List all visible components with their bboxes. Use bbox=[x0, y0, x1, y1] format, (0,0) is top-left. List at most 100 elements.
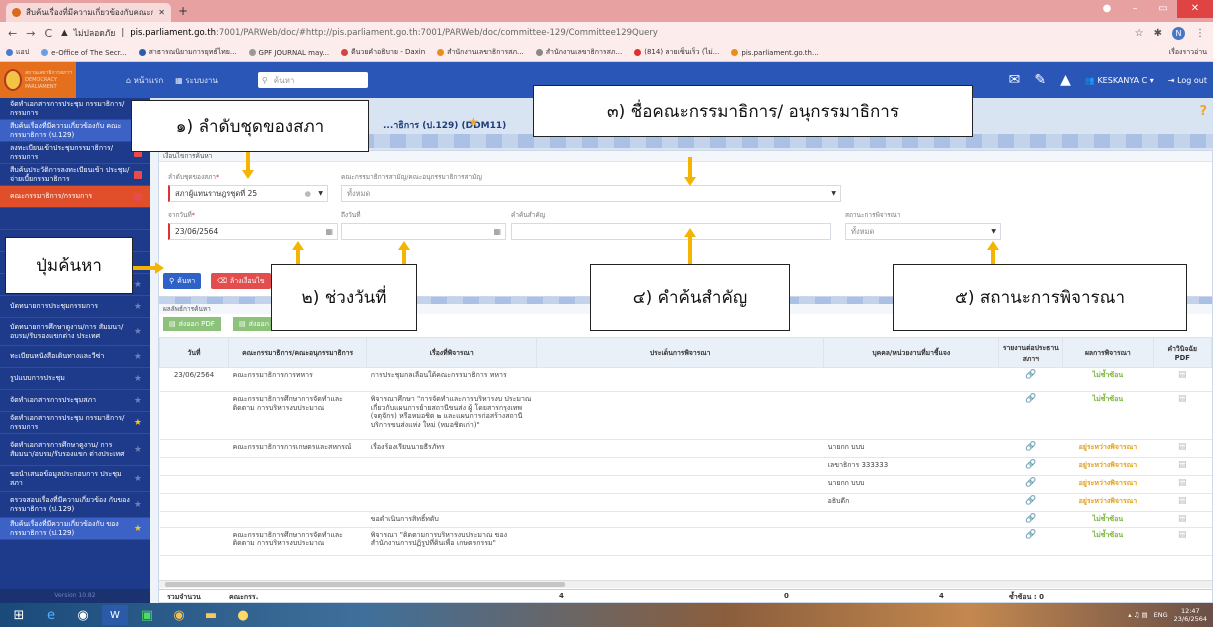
star-icon[interactable]: ★ bbox=[134, 524, 142, 534]
table-row[interactable]: คณะกรรมาธิการการเกษตรและสหกรณ์ เรื่องร้อง… bbox=[159, 439, 1212, 458]
table-row[interactable]: อธิบดีก 🔗 อยู่ระหว่างพิจารณา ▤ bbox=[159, 493, 1212, 512]
star-icon[interactable]: ★ bbox=[134, 280, 142, 290]
col-result[interactable]: ผลการพิจารณา bbox=[1062, 337, 1154, 368]
pdf-icon[interactable]: ▤ bbox=[1178, 460, 1187, 470]
minimize-button[interactable]: – bbox=[1121, 0, 1149, 18]
forward-icon[interactable]: → bbox=[26, 27, 35, 40]
profile-dot-icon[interactable]: ● bbox=[1093, 0, 1121, 18]
help-icon[interactable]: ? bbox=[1199, 104, 1207, 119]
explorer-icon[interactable]: ▬ bbox=[198, 605, 224, 625]
reload-icon[interactable]: C bbox=[44, 27, 52, 40]
sidebar-item[interactable]: จัดทำเอกสารการประชุม กรรมาธิการ/กรรมการ bbox=[0, 98, 150, 120]
col-subject[interactable]: เรื่องที่พิจารณา bbox=[366, 337, 538, 368]
sidebar-item[interactable]: สืบค้นเรื่องที่มีความเกี่ยวข้องกับ คณะกร… bbox=[0, 120, 150, 142]
profile-avatar[interactable]: N bbox=[1172, 26, 1185, 40]
bookmark-star-icon[interactable]: ☆ bbox=[1135, 28, 1144, 39]
close-tab-icon[interactable]: ✕ bbox=[158, 8, 165, 17]
from-date-input[interactable]: 23/06/2564 ▦ bbox=[168, 223, 338, 240]
pdf-icon[interactable]: ▤ bbox=[1178, 442, 1187, 452]
star-icon[interactable]: ★ bbox=[134, 302, 142, 312]
clear-icon[interactable]: ● bbox=[304, 189, 311, 198]
nav-systems[interactable]: ▦ ระบบงาน bbox=[175, 74, 218, 87]
tray-icons[interactable]: ▴ ♫ ▤ bbox=[1128, 611, 1147, 619]
attachment-icon[interactable]: 🔗 bbox=[1025, 496, 1036, 506]
bookmark-item[interactable]: สำนักงานเลขาธิการสภ... bbox=[437, 47, 524, 58]
col-committee[interactable]: คณะกรรมาธิการ/คณะอนุกรรมาธิการ bbox=[228, 337, 368, 368]
col-report[interactable]: รายงานต่อประธานสภาฯ bbox=[998, 337, 1064, 368]
table-row[interactable]: คณะกรรมาธิการศึกษาการจัดทำและติดตาม การบ… bbox=[159, 527, 1212, 556]
reading-list[interactable]: เรื่องราวอ่าน bbox=[1169, 47, 1207, 58]
star-icon[interactable]: ★ bbox=[134, 474, 142, 484]
bookmark-item[interactable]: แอป bbox=[6, 47, 29, 58]
extensions-icon[interactable]: ✱ bbox=[1154, 28, 1162, 39]
chevron-down-icon[interactable]: ▼ bbox=[831, 190, 836, 197]
attachment-icon[interactable]: 🔗 bbox=[1025, 514, 1036, 524]
bookmark-item[interactable]: สำนักงานเลขาธิการสภ... bbox=[535, 47, 622, 58]
sidebar-item[interactable]: จัดทำเอกสารการศึกษาดูงาน/ การสัมมนา/อบรม… bbox=[0, 434, 150, 466]
maximize-button[interactable]: ▭ bbox=[1149, 0, 1177, 18]
sidebar-item[interactable]: จัดทำเอกสารการประชุม กรรมาธิการ/กรรมการ ★ bbox=[0, 412, 150, 434]
close-window-button[interactable]: ✕ bbox=[1177, 0, 1213, 18]
search-button[interactable]: ⚲ ค้นหา bbox=[163, 273, 202, 289]
table-row[interactable]: คณะกรรมาธิการศึกษาการจัดทำและติดตาม การบ… bbox=[159, 391, 1212, 440]
pdf-icon[interactable]: ▤ bbox=[1178, 514, 1187, 524]
clear-button[interactable]: ⌫ ล้างเงื่อนไข bbox=[211, 273, 271, 289]
header-search-input[interactable]: ⚲ ค้นหา bbox=[257, 72, 368, 88]
calendar-icon[interactable]: ▦ bbox=[493, 227, 501, 236]
star-icon[interactable]: ★ bbox=[134, 352, 142, 362]
sidebar-item[interactable]: คณะกรรมาธิการ/กรรมการ bbox=[0, 186, 150, 208]
star-icon[interactable]: ★ bbox=[134, 445, 142, 455]
back-icon[interactable]: ← bbox=[8, 27, 17, 40]
edit-icon[interactable]: ✎ bbox=[1034, 72, 1046, 88]
nav-home[interactable]: ⌂ หน้าแรก bbox=[126, 74, 163, 87]
bookmark-item[interactable]: GPF JOURNAL may... bbox=[248, 49, 329, 57]
sidebar-item[interactable]: จัดทำเอกสารการประชุมสภา ★ bbox=[0, 390, 150, 412]
word-icon[interactable]: W bbox=[102, 605, 128, 625]
language-indicator[interactable]: ENG bbox=[1154, 611, 1168, 619]
collapse-icon[interactable] bbox=[134, 170, 142, 179]
star-icon[interactable]: ★ bbox=[134, 396, 142, 406]
sidebar-item[interactable]: ตรวจสอบเรื่องที่มีความเกี่ยวข้อง กับของก… bbox=[0, 492, 150, 518]
line-icon[interactable]: ▣ bbox=[134, 605, 160, 625]
app-icon[interactable]: ● bbox=[230, 605, 256, 625]
collapse-icon[interactable] bbox=[134, 192, 142, 201]
pdf-icon[interactable]: ▤ bbox=[1178, 478, 1187, 488]
attachment-icon[interactable]: 🔗 bbox=[1025, 478, 1036, 488]
bookmark-item[interactable]: pis.parliament.go.th... bbox=[731, 49, 819, 57]
chrome-icon[interactable]: ◉ bbox=[70, 605, 96, 625]
clock[interactable]: 12:47 23/6/2564 bbox=[1174, 607, 1207, 623]
bookmark-item[interactable]: สาธารณนิยามการยุทธ์ไทย... bbox=[138, 47, 237, 58]
attachment-icon[interactable]: 🔗 bbox=[1025, 530, 1036, 540]
col-ruling[interactable]: คำวินิจฉัย PDF bbox=[1152, 337, 1213, 368]
sidebar-item[interactable] bbox=[0, 208, 150, 230]
logout-button[interactable]: ⇥ Log out bbox=[1168, 76, 1207, 85]
mail-icon[interactable]: ✉ bbox=[1009, 72, 1021, 88]
sidebar-item[interactable]: สืบค้นเรื่องที่มีความเกี่ยวข้องกับ ของกร… bbox=[0, 518, 150, 540]
bookmark-item[interactable]: ดีนวยคำอธิบาย - Daxin bbox=[341, 47, 425, 58]
sidebar-item[interactable]: บัดทนายการประชุมกรรมการ ★ bbox=[0, 296, 150, 318]
table-row[interactable]: นายกก บบบ 🔗 อยู่ระหว่างพิจารณา ▤ bbox=[159, 475, 1212, 494]
bookmark-item[interactable]: (814) ลายเซ็นเร็ว (ไม่... bbox=[634, 47, 719, 58]
star-icon[interactable]: ★ bbox=[134, 327, 142, 337]
pdf-icon[interactable]: ▤ bbox=[1178, 370, 1187, 380]
to-date-input[interactable]: ▦ bbox=[341, 223, 506, 240]
pdf-icon[interactable]: ▤ bbox=[1178, 496, 1187, 506]
committee-select[interactable]: ทั้งหมด ▼ bbox=[341, 185, 841, 202]
star-icon[interactable]: ★ bbox=[134, 374, 142, 384]
export-pdf-button[interactable]: ▤ ส่งออก PDF bbox=[163, 317, 221, 331]
col-person[interactable]: บุคคล/หน่วยงานที่มาชี้แจง bbox=[823, 337, 1000, 368]
attachment-icon[interactable]: 🔗 bbox=[1025, 394, 1036, 404]
assembly-select[interactable]: สภาผู้แทนราษฎรชุดที่ 25 ● ▼ bbox=[168, 185, 328, 202]
table-row[interactable]: ขอดำเนินการสิทธิ์ทดับ 🔗 ไม่ซ้ำซ้อน ▤ bbox=[159, 511, 1212, 528]
chevron-down-icon[interactable]: ▼ bbox=[991, 228, 996, 235]
attachment-icon[interactable]: 🔗 bbox=[1025, 370, 1036, 380]
sidebar-item[interactable]: สืบค้นประวัติการลงทะเบียนเข้า ประชุม/จ่า… bbox=[0, 164, 150, 186]
star-icon[interactable]: ★ bbox=[134, 418, 142, 428]
pdf-icon[interactable]: ▤ bbox=[1178, 530, 1187, 540]
pdf-icon[interactable]: ▤ bbox=[1178, 394, 1187, 404]
chrome-icon[interactable]: ◉ bbox=[166, 605, 192, 625]
browser-tab[interactable]: สืบค้นเรื่องที่มีความเกี่ยวข้องกับคณะกรร… bbox=[6, 3, 171, 22]
horizontal-scrollbar[interactable] bbox=[159, 580, 1212, 588]
start-button-icon[interactable]: ⊞ bbox=[6, 605, 32, 625]
table-row[interactable]: เลขาธิการ 333333 🔗 อยู่ระหว่างพิจารณา ▤ bbox=[159, 457, 1212, 476]
